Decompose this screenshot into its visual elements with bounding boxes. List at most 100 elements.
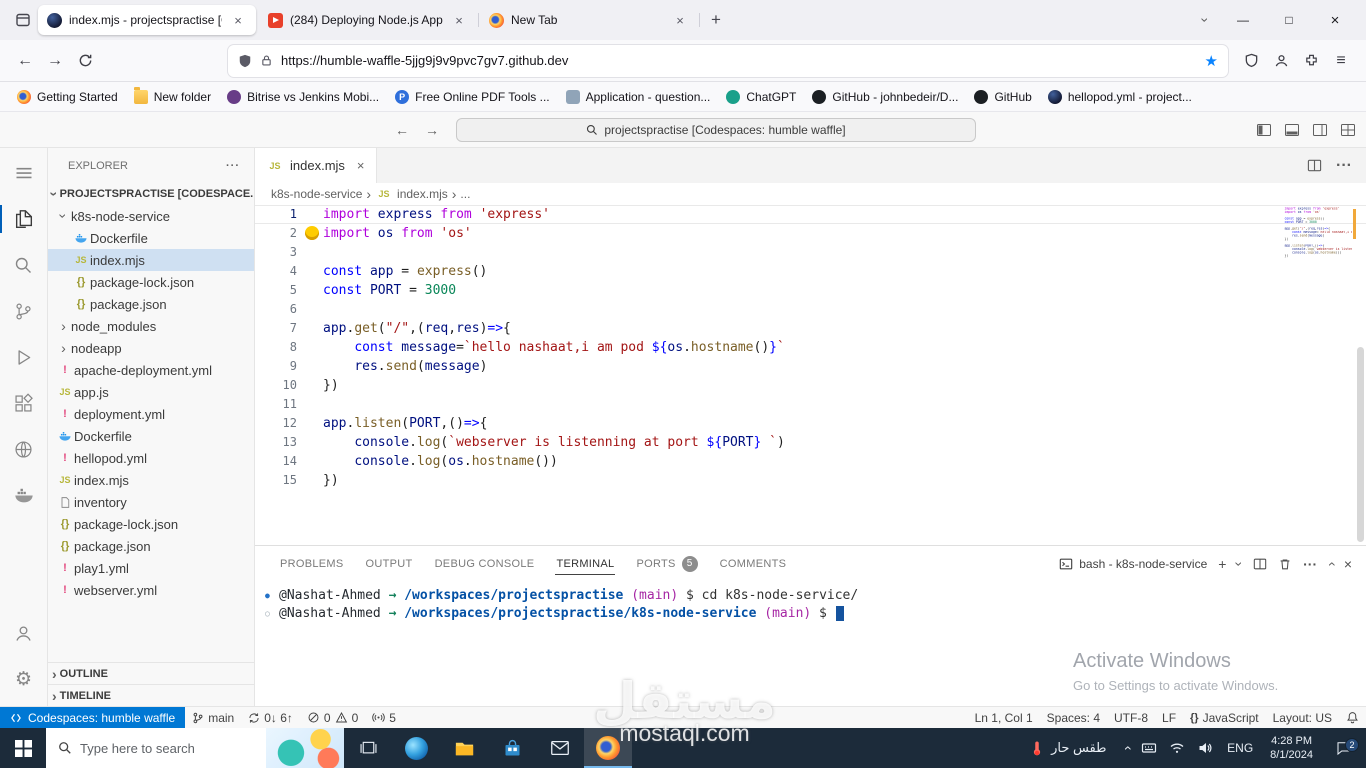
edge-icon[interactable]: [392, 728, 440, 768]
browser-tab[interactable]: New Tab×: [480, 5, 698, 35]
breadcrumb-item[interactable]: ...: [460, 187, 470, 201]
tree-item-apache-deployment.yml[interactable]: !apache-deployment.yml: [48, 359, 254, 381]
tree-item-hellopod.yml[interactable]: !hellopod.yml: [48, 447, 254, 469]
code-line[interactable]: 12app.listen(PORT,()=>{: [255, 414, 1366, 433]
run-debug-icon[interactable]: [0, 334, 47, 380]
url-text[interactable]: https://humble-waffle-5jjg9j9v9pvc7gv7.g…: [281, 53, 1197, 68]
editor-tab-index-mjs[interactable]: JS index.mjs ×: [255, 148, 377, 183]
source-control-icon[interactable]: [0, 288, 47, 334]
window-minimize-button[interactable]: —: [1220, 0, 1266, 40]
tree-item-deployment.yml[interactable]: !deployment.yml: [48, 403, 254, 425]
tree-item-Dockerfile[interactable]: Dockerfile: [48, 227, 254, 249]
search-icon[interactable]: [0, 242, 47, 288]
tab-close-icon[interactable]: ×: [671, 11, 689, 29]
tree-item-package.json[interactable]: {}package.json: [48, 535, 254, 557]
panel-tab-comments[interactable]: COMMENTS: [709, 546, 798, 581]
taskbar-search[interactable]: Type here to search: [46, 728, 344, 768]
more-actions-icon[interactable]: ···: [226, 160, 240, 172]
tree-item-package-lock.json[interactable]: {}package-lock.json: [48, 513, 254, 535]
back-button[interactable]: ←: [10, 46, 40, 76]
code-line[interactable]: 10}): [255, 376, 1366, 395]
code-line[interactable]: 3: [255, 243, 1366, 262]
tab-close-icon[interactable]: ×: [229, 11, 247, 29]
bookmark-item[interactable]: GitHub - johnbedeir/D...: [805, 87, 965, 107]
minimap[interactable]: import express from 'express'import os f…: [1285, 207, 1353, 258]
account-icon[interactable]: [1266, 46, 1296, 76]
bookmark-item[interactable]: Free Online PDF Tools ...: [388, 87, 557, 107]
start-button[interactable]: [0, 728, 46, 768]
lightbulb-indicator-icon[interactable]: [305, 226, 319, 240]
terminal-content[interactable]: ●@Nashat-Ahmed → /workspaces/projectspra…: [255, 581, 1366, 706]
docker-icon[interactable]: [0, 472, 47, 518]
toggle-sidebar-icon[interactable]: [1256, 122, 1272, 138]
bookmark-item[interactable]: Application - question...: [559, 87, 718, 107]
ports-indicator[interactable]: 5: [365, 707, 403, 728]
code-line[interactable]: 15}): [255, 471, 1366, 490]
touch-keyboard-icon[interactable]: [1135, 728, 1163, 768]
split-terminal-icon[interactable]: [1253, 557, 1267, 571]
extensions-puzzle-icon[interactable]: [1296, 46, 1326, 76]
firefox-view-button[interactable]: [8, 6, 38, 34]
command-center-search[interactable]: projectspractise [Codespaces: humble waf…: [456, 118, 976, 142]
new-terminal-icon[interactable]: +: [1218, 556, 1226, 572]
status-item[interactable]: LF: [1155, 711, 1183, 725]
speaker-icon[interactable]: [1191, 728, 1219, 768]
status-item[interactable]: UTF-8: [1107, 711, 1155, 725]
more-actions-icon[interactable]: ···: [1303, 556, 1317, 572]
search-highlights-image[interactable]: [266, 728, 344, 768]
remote-explorer-icon[interactable]: [0, 426, 47, 472]
code-line[interactable]: 8 const message=`hello nashaat,i am pod …: [255, 338, 1366, 357]
task-view-icon[interactable]: [344, 728, 392, 768]
tracking-shield-icon[interactable]: [238, 54, 252, 68]
tree-item-app.js[interactable]: JSapp.js: [48, 381, 254, 403]
settings-gear-icon[interactable]: ⚙: [0, 656, 47, 702]
code-line[interactable]: 4const app = express(): [255, 262, 1366, 281]
tree-item-package.json[interactable]: {}package.json: [48, 293, 254, 315]
forward-button[interactable]: →: [40, 46, 70, 76]
store-icon[interactable]: [488, 728, 536, 768]
pocket-shield-icon[interactable]: [1236, 46, 1266, 76]
status-item[interactable]: [1339, 711, 1366, 724]
problems-indicator[interactable]: 0 0: [300, 707, 365, 728]
outline-section[interactable]: › OUTLINE: [48, 662, 254, 684]
tab-close-icon[interactable]: ×: [450, 11, 468, 29]
files-icon[interactable]: [0, 196, 47, 242]
bookmark-item[interactable]: New folder: [127, 87, 218, 107]
browser-tab[interactable]: index.mjs - projectspractise [Co×: [38, 5, 256, 35]
weather-widget[interactable]: طقس حار: [1018, 739, 1118, 758]
tree-item-inventory[interactable]: inventory: [48, 491, 254, 513]
code-line[interactable]: 1import express from 'express': [255, 205, 1366, 224]
tree-item-index.mjs[interactable]: JSindex.mjs: [48, 469, 254, 491]
bookmark-item[interactable]: Bitrise vs Jenkins Mobi...: [220, 87, 386, 107]
panel-tab-debug-console[interactable]: DEBUG CONSOLE: [424, 546, 546, 581]
bookmark-item[interactable]: hellopod.yml - project...: [1041, 87, 1199, 107]
action-center-button[interactable]: 2: [1322, 739, 1366, 757]
firefox-icon[interactable]: [584, 728, 632, 768]
account-icon[interactable]: [0, 610, 47, 656]
terminal-dropdown-icon[interactable]: ›: [1237, 557, 1242, 571]
mail-icon[interactable]: [536, 728, 584, 768]
go-forward-button[interactable]: →: [420, 118, 444, 142]
toggle-panel-icon[interactable]: [1284, 122, 1300, 138]
list-all-tabs-button[interactable]: ›: [1190, 6, 1220, 34]
bookmark-star-icon[interactable]: ★: [1205, 52, 1218, 70]
maximize-panel-icon[interactable]: ›: [1328, 557, 1333, 571]
go-back-button[interactable]: ←: [390, 118, 414, 142]
panel-tab-problems[interactable]: PROBLEMS: [269, 546, 355, 581]
code-line[interactable]: 5const PORT = 3000: [255, 281, 1366, 300]
breadcrumb-item[interactable]: index.mjs: [397, 187, 448, 201]
network-icon[interactable]: [1163, 728, 1191, 768]
code-line[interactable]: 11: [255, 395, 1366, 414]
file-explorer-icon[interactable]: [440, 728, 488, 768]
status-item[interactable]: Spaces: 4: [1040, 711, 1107, 725]
extensions-icon[interactable]: [0, 380, 47, 426]
tree-item-k8s-node-service[interactable]: ›k8s-node-service: [48, 205, 254, 227]
code-line[interactable]: 2import os from 'os': [255, 224, 1366, 243]
timeline-section[interactable]: › TIMELINE: [48, 684, 254, 706]
panel-tab-ports[interactable]: PORTS5: [625, 546, 708, 581]
panel-tab-terminal[interactable]: TERMINAL: [545, 546, 625, 581]
language-indicator[interactable]: ENG: [1219, 741, 1261, 755]
show-hidden-icons-button[interactable]: ›: [1118, 728, 1135, 768]
menu-icon[interactable]: ≡: [1326, 46, 1356, 76]
terminal-instance[interactable]: bash - k8s-node-service: [1059, 557, 1207, 571]
